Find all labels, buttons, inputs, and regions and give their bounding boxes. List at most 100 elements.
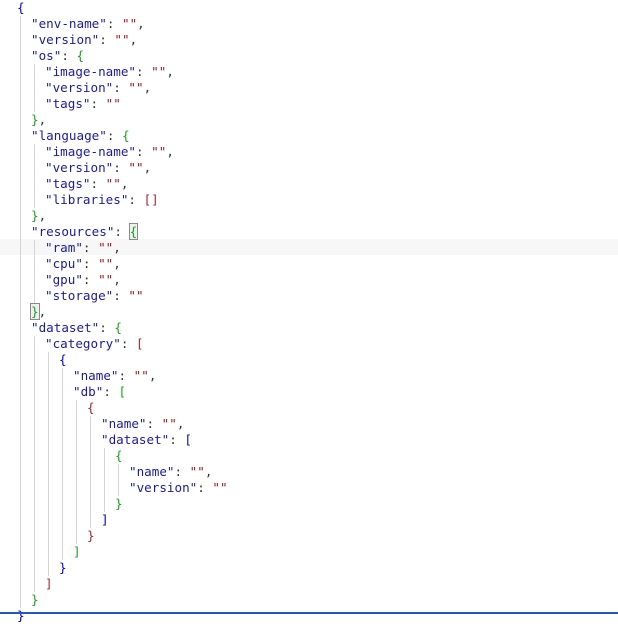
code-line[interactable]: }, xyxy=(30,303,46,320)
code-line[interactable]: "ram": "", xyxy=(45,240,121,256)
code-line[interactable]: } xyxy=(17,608,25,624)
indent-guide xyxy=(20,32,21,48)
indent-guide xyxy=(62,512,63,528)
json-bracket: { xyxy=(17,0,25,15)
code-line[interactable]: "image-name": "", xyxy=(45,64,174,80)
code-line[interactable]: ] xyxy=(45,576,53,592)
code-line[interactable]: "tags": "" xyxy=(45,96,121,112)
indent-guide xyxy=(34,560,35,576)
code-line[interactable]: "env-name": "", xyxy=(31,16,145,32)
json-punctuation: , xyxy=(166,144,174,159)
code-line[interactable]: }, xyxy=(31,112,46,128)
code-line[interactable]: "version": "", xyxy=(45,80,151,96)
code-line[interactable]: ] xyxy=(73,544,81,560)
json-string-value: "" xyxy=(161,416,177,431)
code-line[interactable]: } xyxy=(87,528,95,544)
code-line[interactable]: "db": [ xyxy=(73,384,126,400)
indent-guide xyxy=(48,400,49,416)
json-key: "ram" xyxy=(45,240,83,255)
code-line[interactable]: "name": "", xyxy=(129,464,212,480)
json-punctuation: , xyxy=(143,160,152,175)
code-line[interactable]: "version": "" xyxy=(129,480,228,496)
indent-guide xyxy=(20,240,21,256)
indent-guide xyxy=(20,176,21,192)
json-punctuation: , xyxy=(143,80,152,95)
code-line[interactable]: "os": { xyxy=(31,48,84,64)
indent-guide xyxy=(34,528,35,544)
code-line[interactable]: "dataset": { xyxy=(31,320,122,336)
indent-guide xyxy=(20,352,21,368)
json-punctuation: : xyxy=(106,16,122,31)
code-line[interactable]: "dataset": [ xyxy=(101,432,192,448)
json-key: "image-name" xyxy=(45,64,136,79)
json-key: "dataset" xyxy=(101,432,170,447)
json-key: "image-name" xyxy=(45,144,136,159)
code-line[interactable]: } xyxy=(115,496,123,512)
indent-guide xyxy=(104,464,105,480)
indent-guide xyxy=(76,528,77,544)
json-key: "name" xyxy=(129,464,175,479)
indent-guide xyxy=(20,400,21,416)
code-line[interactable]: "cpu": "", xyxy=(45,256,121,272)
code-line[interactable]: "name": "", xyxy=(101,416,184,432)
indent-guide xyxy=(90,464,91,480)
indent-guide xyxy=(48,528,49,544)
indent-guide xyxy=(20,432,21,448)
code-line[interactable]: }, xyxy=(31,208,46,224)
code-editor[interactable]: {"env-name": "", "version": "", "os": {"im… xyxy=(0,0,618,623)
json-string-value: "" xyxy=(98,256,114,271)
code-line[interactable]: { xyxy=(59,352,67,368)
json-punctuation: : xyxy=(120,336,136,351)
code-line[interactable]: "name": "", xyxy=(73,368,156,384)
json-punctuation: : xyxy=(99,32,115,47)
json-bracket: ] xyxy=(73,544,81,559)
code-line[interactable]: "language": { xyxy=(31,128,130,144)
json-string-value: "" xyxy=(133,368,149,383)
indent-guide xyxy=(76,480,77,496)
json-punctuation: , xyxy=(176,416,185,431)
json-bracket: [ xyxy=(184,432,193,447)
code-line[interactable]: } xyxy=(59,560,67,576)
indent-guide xyxy=(48,432,49,448)
indent-guide xyxy=(118,480,119,496)
code-line[interactable]: "version": "", xyxy=(31,32,137,48)
json-punctuation: , xyxy=(166,64,174,79)
code-line[interactable]: { xyxy=(87,400,95,416)
indent-guide xyxy=(20,208,21,224)
code-line[interactable]: "storage": "" xyxy=(45,288,144,304)
indent-guide xyxy=(20,128,21,144)
code-line[interactable]: { xyxy=(17,0,25,16)
indent-guide xyxy=(90,512,91,528)
indent-guide xyxy=(34,480,35,496)
indent-guide xyxy=(34,432,35,448)
indent-guide xyxy=(34,512,35,528)
code-line[interactable]: "version": "", xyxy=(45,160,151,176)
json-string-value: "" xyxy=(98,272,114,287)
code-line[interactable]: } xyxy=(31,592,39,608)
json-key: "name" xyxy=(101,416,147,431)
indent-guide xyxy=(62,544,63,560)
json-bracket: ] xyxy=(45,576,53,591)
code-line[interactable]: { xyxy=(115,448,123,464)
indent-guide xyxy=(34,352,35,368)
code-line[interactable]: "category": [ xyxy=(45,336,144,352)
json-punctuation: : xyxy=(114,224,130,239)
json-punctuation: : xyxy=(118,368,134,383)
json-string-value: "" xyxy=(189,464,205,479)
code-line[interactable]: "gpu": "", xyxy=(45,272,121,288)
indent-guide xyxy=(48,384,49,400)
indent-guide xyxy=(20,416,21,432)
code-line[interactable]: ] xyxy=(101,512,109,528)
json-punctuation: : xyxy=(174,464,190,479)
json-bracket: { xyxy=(76,48,85,63)
indent-guide xyxy=(62,448,63,464)
json-punctuation: : xyxy=(113,288,129,303)
json-punctuation: , xyxy=(113,272,121,287)
json-string-value: "" xyxy=(122,16,138,31)
indent-guide xyxy=(104,496,105,512)
code-line[interactable]: "tags": "", xyxy=(45,176,128,192)
code-line[interactable]: "libraries": [] xyxy=(45,192,159,208)
code-line[interactable]: "resources": { xyxy=(31,223,139,240)
code-line[interactable]: "image-name": "", xyxy=(45,144,174,160)
indent-guide xyxy=(34,576,35,592)
